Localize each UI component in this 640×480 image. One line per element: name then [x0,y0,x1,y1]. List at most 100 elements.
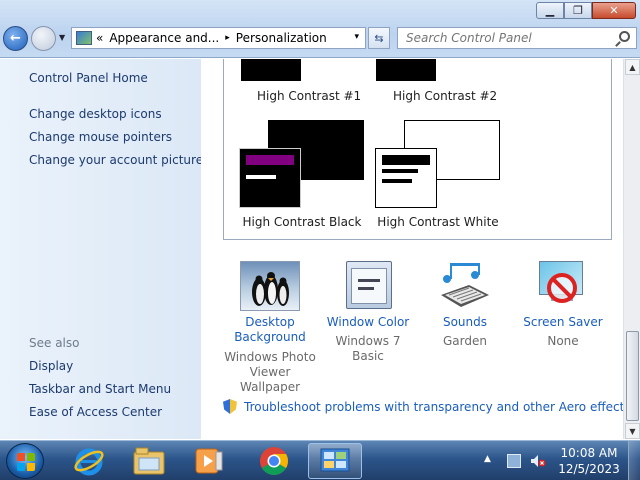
internet-explorer-icon [74,448,104,476]
scroll-thumb[interactable] [626,331,639,421]
theme-preview-line [246,175,276,179]
theme-label-high-contrast-white[interactable]: High Contrast White [373,215,503,229]
chrome-icon [260,447,288,475]
desktop-background-setting[interactable]: Desktop Background Windows Photo Viewer … [220,261,320,395]
display-link[interactable]: Display [29,359,73,373]
address-dropdown-icon[interactable]: ▾ [354,32,359,42]
window-color-value: Windows 7 Basic [335,334,401,363]
chevron-up-icon: ▲ [629,62,636,72]
maximize-button[interactable]: ❐ [564,2,592,19]
vertical-scrollbar[interactable]: ▲ ▼ [623,59,640,439]
sounds-value: Garden [443,334,487,348]
screen-saver-icon [533,261,593,311]
search-icon[interactable] [619,31,630,42]
refresh-button[interactable]: ⇆ [368,27,390,49]
breadcrumb-separator[interactable]: ▸ [225,33,230,43]
taskbar-internet-explorer[interactable] [62,443,116,479]
theme-preview-titlebar [382,155,430,165]
taskbar-windows-explorer[interactable] [122,443,176,479]
theme-label-high-contrast-2[interactable]: High Contrast #2 [381,89,501,103]
address-prefix[interactable]: « [96,31,103,45]
personalization-content: High Contrast #1 High Contrast #2 High C… [201,59,623,439]
theme-thumb-high-contrast-1[interactable] [241,59,301,81]
desktop-background-link[interactable]: Desktop Background [220,315,320,345]
taskbar-media-player[interactable] [182,443,236,479]
uac-shield-icon [223,399,237,414]
penguins-wallpaper-icon [240,261,300,311]
logo-pane [27,463,35,471]
speaker-icon [531,455,546,467]
theme-label-high-contrast-black[interactable]: High Contrast Black [237,215,367,229]
search-input[interactable] [398,28,608,48]
control-panel-icon [76,31,92,45]
troubleshoot-link[interactable]: Troubleshoot problems with transparency … [244,400,623,414]
breadcrumb-appearance[interactable]: Appearance and... [109,31,219,45]
window-controls: ▁ ❐ ✕ [536,2,636,19]
theme-preview-titlebar [246,155,294,165]
no-symbol-icon [547,273,577,303]
see-also-heading: See also [29,336,80,350]
window-color-setting[interactable]: Window Color Windows 7 Basic [318,261,418,364]
theme-preview-window [239,148,301,208]
window-titlebar: ▁ ❐ ✕ ← ▼ « Appearance and... ▸ Personal… [0,0,640,58]
change-account-picture-link[interactable]: Change your account picture [29,153,203,167]
media-player-icon [195,448,223,474]
windows-explorer-icon [133,447,165,475]
logo-pane [17,453,25,461]
theme-thumb-high-contrast-2[interactable] [376,59,436,81]
theme-thumb-high-contrast-white[interactable] [375,120,500,208]
control-panel-home-link[interactable]: Control Panel Home [29,71,148,85]
change-mouse-pointers-link[interactable]: Change mouse pointers [29,130,172,144]
taskbar: ▲ 10:08 AM 12/5/2023 [0,440,640,480]
ease-of-access-link[interactable]: Ease of Access Center [29,405,162,419]
recent-pages-dropdown[interactable]: ▼ [59,33,65,42]
control-panel-icon [320,448,350,472]
arrow-left-icon: ← [10,31,21,46]
back-button[interactable]: ← [3,26,28,51]
scroll-up-button[interactable]: ▲ [625,59,640,75]
window-line-shape [358,279,380,282]
scroll-down-button[interactable]: ▼ [625,423,640,439]
window-body-shape [351,268,387,304]
clock-time: 10:08 AM [560,446,618,460]
theme-preview-line [382,179,412,183]
chevron-down-icon: ▼ [629,426,636,436]
desktop-background-value: Windows Photo Viewer Wallpaper [224,350,316,394]
refresh-icon: ⇆ [374,31,384,45]
search-box[interactable] [397,27,637,49]
screen-saver-link[interactable]: Screen Saver [513,315,613,330]
volume-muted-icon[interactable] [530,454,546,468]
window-color-link[interactable]: Window Color [318,315,418,330]
change-desktop-icons-link[interactable]: Change desktop icons [29,107,162,121]
theme-thumb-high-contrast-black[interactable] [239,120,364,208]
troubleshoot-row[interactable]: Troubleshoot problems with transparency … [223,399,623,414]
show-desktop-button[interactable] [628,441,640,480]
taskbar-control-panel[interactable] [308,443,362,479]
close-button[interactable]: ✕ [592,2,636,19]
taskbar-chrome[interactable] [247,443,301,479]
sounds-setting[interactable]: Sounds Garden [415,261,515,349]
task-pane: Control Panel Home Change desktop icons … [0,59,203,439]
sounds-icon [435,261,495,311]
forward-button[interactable] [31,26,56,51]
network-icon[interactable] [507,454,521,468]
logo-pane [27,453,35,461]
music-notes-icon [441,263,489,307]
show-hidden-icons-button[interactable]: ▲ [484,454,491,464]
screen-saver-setting[interactable]: Screen Saver None [513,261,613,349]
start-button[interactable] [6,443,44,479]
window-frame-shape [346,261,392,309]
screen-saver-value: None [547,334,579,348]
theme-label-high-contrast-1[interactable]: High Contrast #1 [241,89,361,103]
window-color-icon [338,261,398,311]
penguins-icon [252,272,289,306]
breadcrumb-personalization[interactable]: Personalization [236,31,327,45]
no-symbol-slash [551,277,573,299]
sounds-link[interactable]: Sounds [415,315,515,330]
address-bar[interactable]: « Appearance and... ▸ Personalization ▾ [71,27,366,49]
minimize-button[interactable]: ▁ [536,2,564,19]
windows-logo-icon [17,453,35,471]
taskbar-start-menu-link[interactable]: Taskbar and Start Menu [29,382,171,396]
theme-preview-window [375,148,437,208]
system-clock[interactable]: 10:08 AM 12/5/2023 [556,445,622,477]
